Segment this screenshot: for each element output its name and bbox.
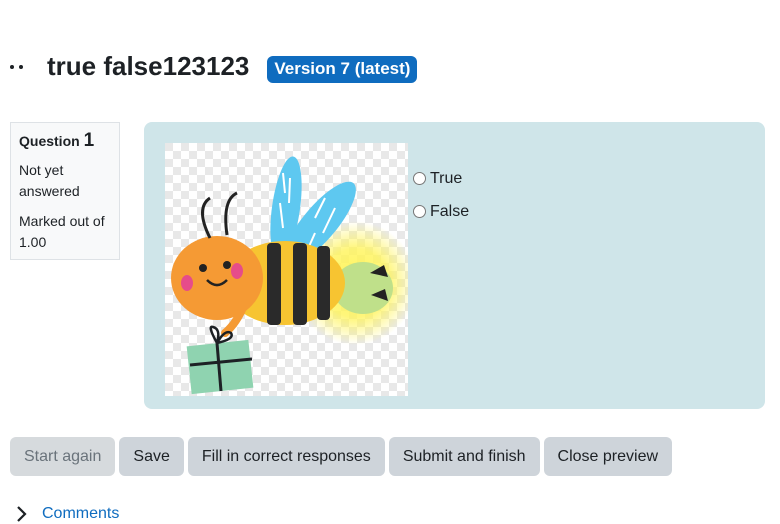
answer-option-true[interactable]: True: [413, 162, 469, 195]
action-buttons: Start again Save Fill in correct respons…: [10, 437, 676, 476]
question-number-value: 1: [83, 130, 95, 151]
answer-label-true: True: [430, 169, 463, 187]
answer-list: True False: [413, 162, 469, 228]
question-label: Question: [19, 133, 80, 149]
answer-label-false: False: [430, 202, 470, 220]
save-button[interactable]: Save: [119, 437, 184, 476]
page-title: true false123123: [47, 51, 250, 81]
question-marks: Marked out of 1.00: [19, 213, 105, 250]
close-preview-button[interactable]: Close preview: [543, 437, 673, 476]
comments-toggle[interactable]: Comments: [14, 504, 119, 524]
answer-radio-true[interactable]: [413, 172, 426, 185]
page-header: true false123123 Version 7 (latest): [10, 50, 418, 83]
question-number: Question 1: [19, 130, 111, 152]
question-status: Not yet answered: [19, 162, 80, 199]
chevron-right-icon: [17, 506, 27, 522]
question-info-box: Question 1 Not yet answered Marked out o…: [10, 122, 120, 260]
drag-handle-icon[interactable]: [10, 53, 38, 81]
start-again-button[interactable]: Start again: [10, 437, 116, 476]
comments-link[interactable]: Comments: [42, 505, 119, 523]
submit-and-finish-button[interactable]: Submit and finish: [388, 437, 540, 476]
bee-image: [165, 143, 408, 396]
fill-correct-responses-button[interactable]: Fill in correct responses: [187, 437, 385, 476]
question-content-panel: True False: [144, 122, 765, 409]
answer-option-false[interactable]: False: [413, 195, 469, 228]
version-badge: Version 7 (latest): [267, 56, 418, 83]
answer-radio-false[interactable]: [413, 205, 426, 218]
